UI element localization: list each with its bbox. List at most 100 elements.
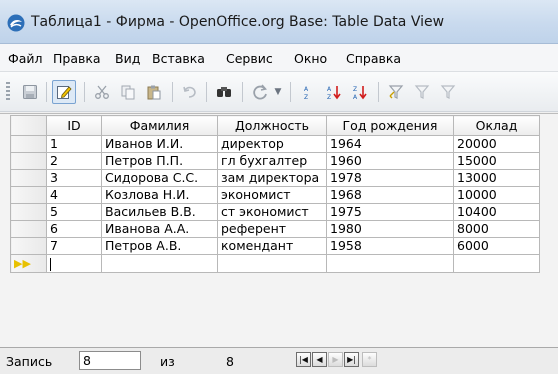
next-record-icon[interactable]: ▶: [328, 352, 343, 367]
menu-insert[interactable]: Вставка: [152, 51, 205, 66]
find-icon[interactable]: [212, 80, 236, 104]
current-record-field[interactable]: 8: [79, 351, 141, 370]
table-row: 2 Петров П.П. гл бухгалтер 1960 15000: [10, 152, 540, 170]
previous-record-icon[interactable]: ◀: [312, 352, 327, 367]
cell-surname[interactable]: Иванов И.И.: [101, 135, 218, 153]
cell-id[interactable]: 4: [46, 186, 102, 204]
new-cell-surname[interactable]: [101, 254, 218, 273]
column-header-id[interactable]: ID: [46, 115, 102, 136]
cell-surname[interactable]: Петров А.В.: [101, 237, 218, 255]
toolbar-separator: [378, 82, 379, 102]
cell-position[interactable]: референт: [217, 220, 327, 238]
column-header-salary[interactable]: Оклад: [453, 115, 540, 136]
row-header[interactable]: [10, 135, 47, 153]
menu-file[interactable]: Файл: [8, 51, 43, 66]
standard-toolbar: ▼ AZ AZ ZA: [0, 72, 558, 112]
cell-surname[interactable]: Сидорова С.С.: [101, 169, 218, 187]
edit-icon[interactable]: [52, 80, 76, 104]
filter-icon[interactable]: [436, 80, 460, 104]
cell-id[interactable]: 3: [46, 169, 102, 187]
menu-bar: Файл Правка Вид Вставка Сервис Окно Спра…: [0, 44, 558, 72]
refresh-dropdown-arrow-icon[interactable]: ▼: [272, 80, 284, 104]
new-cell-position[interactable]: [217, 254, 327, 273]
new-cell-id[interactable]: [46, 254, 102, 273]
copy-icon[interactable]: [116, 80, 140, 104]
row-header[interactable]: [10, 186, 47, 204]
cell-salary[interactable]: 10000: [453, 186, 540, 204]
cell-position[interactable]: ст экономист: [217, 203, 327, 221]
menu-window[interactable]: Окно: [294, 51, 327, 66]
menu-help[interactable]: Справка: [346, 51, 401, 66]
sort-ascending-icon[interactable]: AZ: [296, 80, 320, 104]
cell-id[interactable]: 7: [46, 237, 102, 255]
corner-header-cell[interactable]: [10, 115, 47, 136]
new-record-row: ▶▶: [10, 254, 540, 273]
cell-position[interactable]: директор: [217, 135, 327, 153]
toolbar-separator: [242, 82, 243, 102]
cell-salary[interactable]: 15000: [453, 152, 540, 170]
menu-view[interactable]: Вид: [115, 51, 140, 66]
cell-birth-year[interactable]: 1960: [326, 152, 454, 170]
paste-icon[interactable]: [142, 80, 166, 104]
cell-birth-year[interactable]: 1980: [326, 220, 454, 238]
cell-surname[interactable]: Васильев В.В.: [101, 203, 218, 221]
cell-salary[interactable]: 13000: [453, 169, 540, 187]
menu-tools[interactable]: Сервис: [226, 51, 273, 66]
svg-text:A: A: [304, 86, 309, 93]
sort-z-a-icon[interactable]: ZA: [348, 80, 372, 104]
data-table: ID Фамилия Должность Год рождения Оклад …: [10, 115, 540, 273]
window-title: Таблица1 - Фирма - OpenOffice.org Base: …: [31, 14, 445, 30]
cell-salary[interactable]: 8000: [453, 220, 540, 238]
cut-icon[interactable]: [90, 80, 114, 104]
svg-text:Z: Z: [304, 94, 308, 100]
column-header-position[interactable]: Должность: [217, 115, 327, 136]
cell-surname[interactable]: Иванова А.А.: [101, 220, 218, 238]
new-cell-birth-year[interactable]: [326, 254, 454, 273]
undo-icon[interactable]: [178, 80, 202, 104]
toolbar-grip[interactable]: [6, 82, 10, 102]
record-label: Запись: [6, 354, 53, 369]
cell-position[interactable]: гл бухгалтер: [217, 152, 327, 170]
refresh-icon[interactable]: [248, 80, 272, 104]
standard-filter-icon[interactable]: [410, 80, 434, 104]
cell-birth-year[interactable]: 1978: [326, 169, 454, 187]
toolbar-separator: [46, 82, 47, 102]
column-header-birth-year[interactable]: Год рождения: [326, 115, 454, 136]
first-record-icon[interactable]: |◀: [296, 352, 311, 367]
cell-position[interactable]: экономист: [217, 186, 327, 204]
sort-a-z-icon[interactable]: AZ: [322, 80, 346, 104]
new-cell-salary[interactable]: [453, 254, 540, 273]
cell-salary[interactable]: 10400: [453, 203, 540, 221]
cell-birth-year[interactable]: 1958: [326, 237, 454, 255]
cell-id[interactable]: 5: [46, 203, 102, 221]
cell-birth-year[interactable]: 1968: [326, 186, 454, 204]
cell-salary[interactable]: 6000: [453, 237, 540, 255]
menu-edit[interactable]: Правка: [53, 51, 101, 66]
cell-surname[interactable]: Петров П.П.: [101, 152, 218, 170]
table-row: 6 Иванова А.А. референт 1980 8000: [10, 220, 540, 238]
cell-id[interactable]: 6: [46, 220, 102, 238]
row-header[interactable]: [10, 237, 47, 255]
row-header[interactable]: [10, 169, 47, 187]
autofilter-icon[interactable]: [384, 80, 408, 104]
table-row: 7 Петров А.В. комендант 1958 6000: [10, 237, 540, 255]
data-grid-area: ID Фамилия Должность Год рождения Оклад …: [0, 113, 558, 347]
toolbar-separator: [206, 82, 207, 102]
cell-birth-year[interactable]: 1975: [326, 203, 454, 221]
cell-id[interactable]: 2: [46, 152, 102, 170]
save-icon[interactable]: [18, 80, 42, 104]
cell-position[interactable]: комендант: [217, 237, 327, 255]
new-record-icon[interactable]: *: [362, 352, 377, 367]
cell-id[interactable]: 1: [46, 135, 102, 153]
row-header[interactable]: [10, 203, 47, 221]
last-record-icon[interactable]: ▶|: [344, 352, 359, 367]
cell-salary[interactable]: 20000: [453, 135, 540, 153]
cell-position[interactable]: зам директора: [217, 169, 327, 187]
new-row-header[interactable]: ▶▶: [10, 254, 47, 273]
row-header[interactable]: [10, 220, 47, 238]
cell-surname[interactable]: Козлова Н.И.: [101, 186, 218, 204]
of-label: из: [160, 354, 175, 369]
row-header[interactable]: [10, 152, 47, 170]
cell-birth-year[interactable]: 1964: [326, 135, 454, 153]
column-header-surname[interactable]: Фамилия: [101, 115, 218, 136]
